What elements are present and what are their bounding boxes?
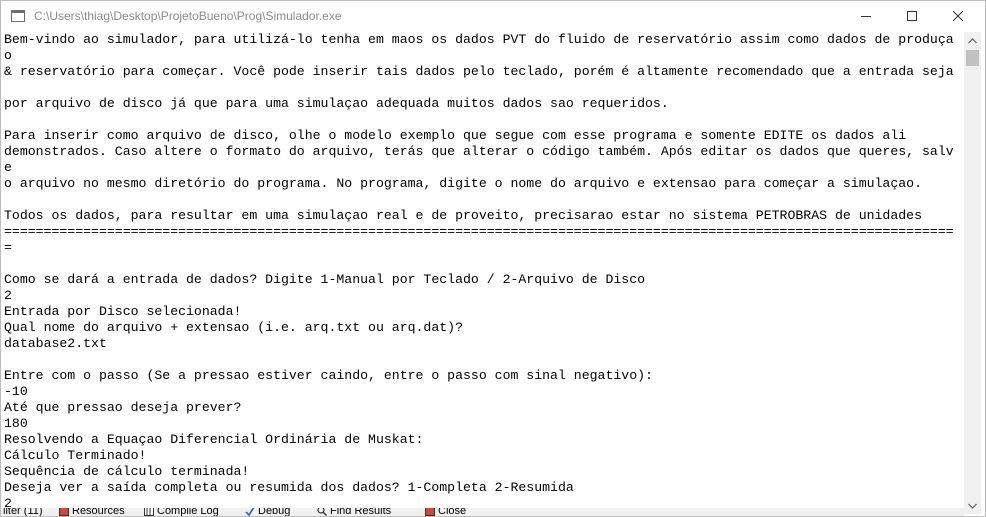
console-line: & reservatório para começar. Você pode i… [4,64,954,79]
tab-close[interactable]: Close [425,508,467,517]
tab-debug-label: Debug [258,508,291,517]
maximize-button[interactable] [889,1,935,31]
tab-find-results[interactable]: Find Results [317,508,392,517]
find-results-icon [317,508,327,516]
tab-resources-label: Resources [72,508,125,517]
tab-filter[interactable]: ilter (11) [3,508,43,517]
window-title: C:\Users\thiag\Desktop\ProjetoBueno\Prog… [34,9,342,23]
console-line: Bem-vindo ao simulador, para utilizá-lo … [4,32,954,47]
console-line: Todos os dados, para resultar em uma sim… [4,208,922,223]
console-text: Bem-vindo ao simulador, para utilizá-lo … [1,32,967,512]
tab-compile-log[interactable]: Compile Log [144,508,219,517]
console-line: ========================================… [4,224,954,239]
console-line: por arquivo de disco já que para uma sim… [4,96,669,111]
title-bar[interactable]: C:\Users\thiag\Desktop\ProjetoBueno\Prog… [1,1,985,32]
console-line: Como se dará a entrada de dados? Digite … [4,272,646,287]
console-line: e [4,160,12,175]
debug-icon [245,508,255,516]
console-line: 2 [4,288,12,303]
console-line: Entre com o passo (Se a pressao estiver … [4,368,653,383]
chevron-up-icon [968,37,977,43]
console-window: C:\Users\thiag\Desktop\ProjetoBueno\Prog… [0,0,986,517]
close-icon [425,508,435,516]
console-line: Até que pressao deseja prever? [4,400,242,415]
tab-filter-label: ilter (11) [3,508,43,517]
tab-compile-log-label: Compile Log [157,508,219,517]
scroll-down-button[interactable] [964,497,981,514]
minimize-icon [861,16,871,17]
console-line: o [4,48,12,63]
minimize-button[interactable] [843,1,889,31]
close-button[interactable] [935,1,981,31]
resources-icon [59,508,69,516]
compile-log-icon [144,508,154,516]
console-line: -10 [4,384,28,399]
console-line: Cálculo Terminado! [4,448,147,463]
chevron-down-icon [968,503,977,509]
maximize-icon [907,11,917,21]
console-line: Deseja ver a saída completa ou resumida … [4,480,574,495]
console-line: o arquivo no mesmo diretório do programa… [4,176,922,191]
tab-find-results-label: Find Results [330,508,392,517]
console-line: Qual nome do arquivo + extensao (i.e. ar… [4,320,463,335]
console-line: demonstrados. Caso altere o formato do a… [4,144,954,159]
console-output[interactable]: Bem-vindo ao simulador, para utilizá-lo … [1,32,967,514]
console-line: Sequência de cálculo terminada! [4,464,250,479]
ide-bottom-tabs: ilter (11) Resources Compile Log Debug F… [1,508,964,517]
close-icon [953,11,963,21]
tab-resources[interactable]: Resources [59,508,125,517]
tab-debug[interactable]: Debug [245,508,291,517]
console-app-icon [11,10,25,22]
console-line: 180 [4,416,28,431]
console-line: Entrada por Disco selecionada! [4,304,242,319]
tab-close-label: Close [438,508,467,517]
console-line: = [4,240,12,255]
scroll-thumb[interactable] [966,50,979,66]
vertical-scrollbar[interactable] [964,32,981,514]
console-line: Resolvendo a Equaçao Diferencial Ordinár… [4,432,424,447]
console-line: Para inserir como arquivo de disco, olhe… [4,128,907,143]
scroll-up-button[interactable] [964,32,981,49]
console-line: database2.txt [4,336,107,351]
